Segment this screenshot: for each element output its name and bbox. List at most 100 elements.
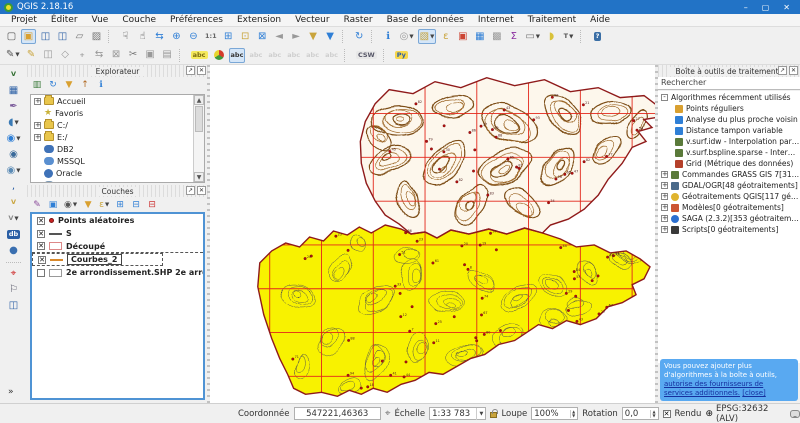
menu-item--diter[interactable]: Éditer bbox=[44, 14, 85, 27]
browser-close-button[interactable]: ✕ bbox=[197, 66, 206, 75]
magnifier-spinbox[interactable]: 100%▲▼ bbox=[531, 407, 578, 420]
open-attribute-table-icon[interactable]: ▦ bbox=[472, 29, 487, 44]
statistics-panel-icon[interactable]: Σ bbox=[506, 29, 521, 44]
toolbox-search-input[interactable]: Rechercher bbox=[658, 77, 800, 90]
toolbox-group-recent[interactable]: Algorithmes récemment utilisés bbox=[658, 92, 800, 103]
toolbox-alg-points-reguliers[interactable]: Points réguliers bbox=[658, 103, 800, 114]
label-pin-unpin-icon[interactable]: abc bbox=[247, 48, 264, 63]
label-rotate-icon[interactable]: abc bbox=[304, 48, 321, 63]
minimize-button[interactable]: – bbox=[744, 3, 748, 12]
help-icon[interactable]: ? bbox=[590, 29, 605, 44]
browser-item-favoris[interactable]: ★Favoris bbox=[31, 107, 204, 119]
add-feature-icon[interactable]: + bbox=[75, 48, 90, 63]
render-checkbox[interactable] bbox=[663, 410, 671, 418]
diagram-options-icon[interactable] bbox=[212, 48, 227, 63]
zoom-full-icon[interactable]: ⊞ bbox=[221, 29, 236, 44]
label-move-icon[interactable]: abc bbox=[285, 48, 302, 63]
browser-item-oracle[interactable]: Oracle bbox=[31, 167, 204, 179]
layer-visibility-checkbox[interactable] bbox=[37, 269, 45, 277]
toolbox-provider-gdal[interactable]: GDAL/OGR[48 géotraitements] bbox=[658, 180, 800, 191]
menu-item-couche[interactable]: Couche bbox=[115, 14, 163, 27]
open-layer-styling-icon[interactable]: ✎ bbox=[30, 198, 44, 212]
toolbox-alg-grid-metrique[interactable]: Grid (Métrique des données) bbox=[658, 158, 800, 169]
menu-item-projet[interactable]: Projet bbox=[4, 14, 44, 27]
filter-browser-icon[interactable]: ▼ bbox=[62, 78, 76, 92]
zoom-in-icon[interactable]: ⊕ bbox=[169, 29, 184, 44]
pan-to-selection-icon[interactable]: ⇆ bbox=[152, 29, 167, 44]
add-group-icon[interactable]: ▣ bbox=[46, 198, 60, 212]
toolbox-close-button[interactable]: ✕ bbox=[789, 66, 798, 75]
select-features-rectangle-icon[interactable]: ▧▼ bbox=[418, 29, 437, 44]
map-canvas[interactable]: 2883211685878293437782863088433747276579… bbox=[210, 65, 655, 403]
rotation-spinbox[interactable]: 0,0▲▼ bbox=[622, 407, 659, 420]
layer-item-s[interactable]: S bbox=[32, 227, 203, 240]
new-print-composer-icon[interactable]: ▱ bbox=[72, 29, 87, 44]
filter-legend-expression-icon[interactable]: ε▼ bbox=[97, 198, 111, 212]
toolbox-provider-grass7[interactable]: Commandes GRASS GIS 7[313 géotraite... bbox=[658, 169, 800, 180]
zoom-out-icon[interactable]: ⊖ bbox=[186, 29, 201, 44]
layers-close-button[interactable]: ✕ bbox=[197, 186, 206, 195]
layers-float-button[interactable]: ↗ bbox=[186, 186, 195, 195]
zoom-to-selection-icon[interactable]: ⊠ bbox=[255, 29, 270, 44]
metasearch-icon[interactable]: ⚐ bbox=[6, 282, 21, 297]
label-show-hide-icon[interactable]: abc bbox=[266, 48, 283, 63]
new-shapefile-layer-icon[interactable]: V bbox=[6, 195, 21, 210]
close-button[interactable]: ✕ bbox=[783, 3, 790, 12]
layer-visibility-checkbox[interactable] bbox=[37, 230, 45, 238]
toolbox-alg-plus-proche-voisin[interactable]: Analyse du plus proche voisin bbox=[658, 114, 800, 125]
node-tool-icon[interactable]: ◇ bbox=[58, 48, 73, 63]
run-feature-action-icon[interactable]: ◎▼ bbox=[398, 29, 416, 44]
menu-item-pr-f-rences[interactable]: Préférences bbox=[163, 14, 230, 27]
python-console-icon[interactable]: Py bbox=[393, 48, 410, 63]
composer-manager-icon[interactable]: ▨ bbox=[89, 29, 104, 44]
maximize-button[interactable]: ▢ bbox=[762, 3, 770, 12]
toolbox-alg-distance-tampon[interactable]: Distance tampon variable bbox=[658, 125, 800, 136]
layer-item-decoupe[interactable]: Découpé bbox=[32, 240, 203, 253]
extents-toggle-icon[interactable]: ⌖ bbox=[385, 409, 391, 419]
new-project-icon[interactable]: ▢ bbox=[4, 29, 19, 44]
toolbox-provider-modeles[interactable]: Modèles[0 géotraitements] bbox=[658, 202, 800, 213]
crs-status-button[interactable]: ⊕ EPSG:32632 (ALV) bbox=[705, 404, 780, 423]
new-layer-icon[interactable]: V▼ bbox=[6, 211, 21, 226]
toolbox-alg-vsurf-bspline[interactable]: v.surf.bspline.sparse - Interpolation ..… bbox=[658, 147, 800, 158]
add-wfs-layer-icon[interactable]: ◉▼ bbox=[5, 163, 23, 178]
layer-visibility-checkbox[interactable] bbox=[37, 242, 45, 250]
identify-features-icon[interactable]: ℹ bbox=[381, 29, 396, 44]
browser-item-postgis[interactable]: PostGIS bbox=[31, 179, 204, 183]
zoom-next-icon[interactable]: ► bbox=[289, 29, 304, 44]
add-raster-layer-icon[interactable]: ▦ bbox=[6, 83, 21, 98]
save-project-icon[interactable]: ◫ bbox=[38, 29, 53, 44]
layer-item-points-aleatoires[interactable]: Points aléatoires bbox=[32, 214, 203, 227]
toolbox-provider-scripts[interactable]: Scripts[0 géotraitements] bbox=[658, 224, 800, 235]
save-project-as-icon[interactable]: ◫ bbox=[55, 29, 70, 44]
save-layer-edits-icon[interactable]: ◫ bbox=[41, 48, 56, 63]
coordinate-capture-icon[interactable]: ⌖ bbox=[6, 266, 21, 281]
collapse-all-layers-icon[interactable]: ⊟ bbox=[129, 198, 143, 212]
touch-zoom-pan-icon[interactable]: ☟ bbox=[118, 29, 133, 44]
add-wcs-layer-icon[interactable]: ◉ bbox=[6, 147, 21, 162]
layer-labeling-options-icon[interactable]: abc bbox=[229, 48, 246, 63]
browser-scrollbar[interactable]: ▲ ▼ bbox=[193, 95, 204, 182]
expand-all-layers-icon[interactable]: ⊞ bbox=[113, 198, 127, 212]
notification-close-link[interactable]: [close] bbox=[742, 389, 766, 397]
menu-item-base-de-donn-es[interactable]: Base de données bbox=[380, 14, 471, 27]
zoom-to-layer-icon[interactable]: ⊡ bbox=[238, 29, 253, 44]
manage-map-themes-icon[interactable]: ◉▼ bbox=[62, 198, 79, 212]
add-mssql-layer-icon[interactable]: ◖▼ bbox=[6, 115, 21, 130]
layer-rename-input[interactable]: Courbes_2 bbox=[67, 254, 122, 265]
scale-combobox[interactable]: 1:33 783▼ bbox=[429, 407, 486, 420]
menu-item-traitement[interactable]: Traitement bbox=[521, 14, 584, 27]
filter-legend-icon[interactable]: ▼ bbox=[81, 198, 95, 212]
scroll-down-icon[interactable]: ▼ bbox=[194, 172, 204, 182]
new-bookmark-icon[interactable]: ▼ bbox=[306, 29, 321, 44]
toolbox-alg-vsurf-idw[interactable]: v.surf.idw - Interpolation par la méth..… bbox=[658, 136, 800, 147]
browser-float-button[interactable]: ↗ bbox=[186, 66, 195, 75]
zoom-last-icon[interactable]: ◄ bbox=[272, 29, 287, 44]
pan-map-icon[interactable]: ☝ bbox=[135, 29, 150, 44]
db-manager-icon[interactable]: ◫ bbox=[6, 298, 21, 313]
scroll-up-icon[interactable]: ▲ bbox=[194, 95, 204, 105]
measure-icon[interactable]: ▭▼ bbox=[523, 29, 542, 44]
browser-properties-icon[interactable]: ℹ bbox=[94, 78, 108, 92]
toolbar-overflow-icon[interactable]: » bbox=[8, 387, 14, 397]
add-wms-layer-icon[interactable]: ◉▼ bbox=[5, 131, 23, 146]
